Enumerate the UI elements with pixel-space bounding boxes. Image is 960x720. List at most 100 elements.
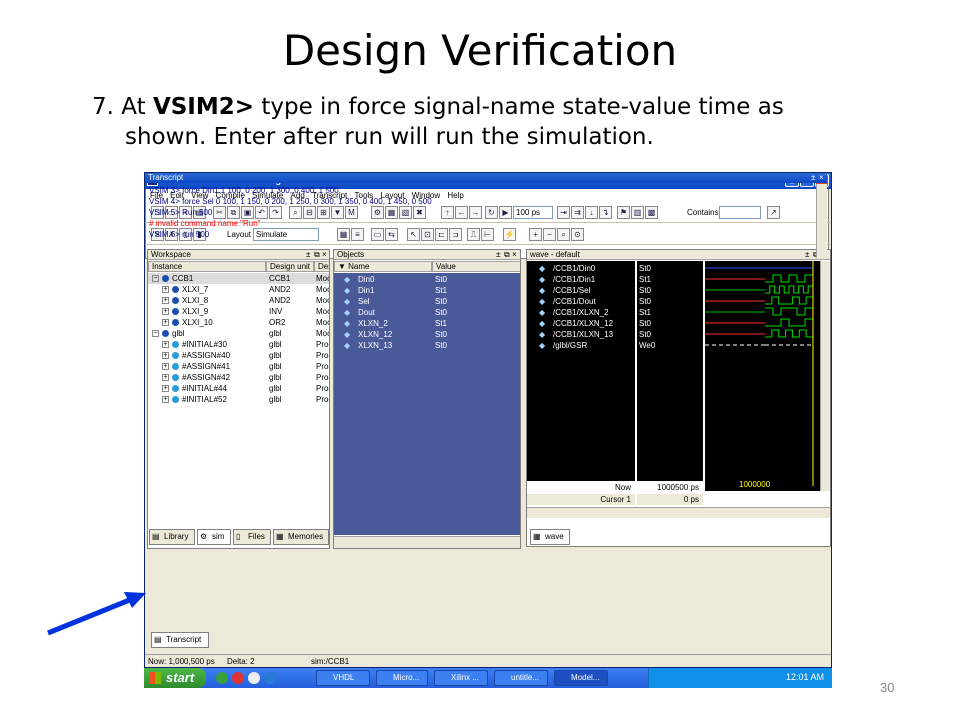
wave-vscrollbar[interactable] [820, 261, 830, 491]
pane-dock-icon[interactable]: ± [496, 250, 500, 260]
window-split-icon[interactable]: ⇆ [385, 228, 398, 241]
wave-signal-row[interactable]: ◆ /CCB1/Din1 [527, 274, 635, 285]
wave-signal-row[interactable]: ◆ /CCB1/Sel [527, 285, 635, 296]
signal-icon[interactable]: ⚡ [503, 228, 516, 241]
up-arrow-icon[interactable]: ↑ [441, 206, 454, 219]
tree-expand-icon[interactable]: − [152, 275, 159, 282]
run-all-icon[interactable]: ⇉ [571, 206, 584, 219]
pane-dock-icon[interactable]: ± [811, 173, 815, 183]
table-row[interactable]: + XLXI_10 OR2 Moc [148, 317, 329, 328]
table-row[interactable]: + XLXI_8 AND2 Moc [148, 295, 329, 306]
performance-icon[interactable]: ▥ [631, 206, 644, 219]
window-icon[interactable]: ▭ [371, 228, 384, 241]
left-arrow-icon[interactable]: ← [455, 206, 468, 219]
pane-close-icon[interactable]: × [322, 250, 327, 260]
tab-wave[interactable]: ▦ wave [530, 529, 570, 545]
tree-expand-icon[interactable]: + [162, 341, 169, 348]
pointer-icon[interactable]: ↖ [407, 228, 420, 241]
col-value[interactable]: Value [432, 261, 520, 272]
filter-icon[interactable]: ▼ [331, 206, 344, 219]
menu-help[interactable]: Help [447, 190, 463, 202]
col-instance[interactable]: Instance [148, 261, 266, 272]
wave-signal-row[interactable]: ◆ /CCB1/XLXN_13 [527, 329, 635, 340]
table-row[interactable]: + #INITIAL#30 glbl Proc [148, 339, 329, 350]
waveform-display[interactable]: 1000000 [705, 261, 820, 491]
wave-signal-row[interactable]: ◆ /CCB1/XLXN_2 [527, 307, 635, 318]
tab-memories[interactable]: ▦ Memories [273, 529, 329, 545]
layout-select[interactable]: Simulate [253, 228, 319, 241]
task-vhdl[interactable]: VHDL [316, 670, 370, 686]
tab-files[interactable]: ▯ Files [233, 529, 271, 545]
run-length-field[interactable]: 100 ps [513, 206, 553, 219]
table-row[interactable]: ◆ XLXN_2 St1 [334, 318, 520, 329]
table-row[interactable]: − CCB1 CCB1 Moc [148, 273, 329, 284]
collapse-icon[interactable]: ⊟ [303, 206, 316, 219]
zoom-cursor-icon[interactable]: ⊙ [571, 228, 584, 241]
table-row[interactable]: ◆ XLXN_13 St0 [334, 340, 520, 351]
tree-expand-icon[interactable]: + [162, 319, 169, 326]
memory-icon[interactable]: ▩ [645, 206, 658, 219]
pane-close-icon[interactable]: × [512, 250, 517, 260]
tab-transcript[interactable]: ▤ Transcript [151, 632, 209, 648]
table-row[interactable]: + #INITIAL#52 glbl Proc [148, 394, 329, 405]
table-row[interactable]: + XLXI_7 AND2 Moc [148, 284, 329, 295]
zoom-full-icon[interactable]: ⌕ [557, 228, 570, 241]
bookmark-icon[interactable]: ⚑ [617, 206, 630, 219]
tree-expand-icon[interactable]: + [162, 396, 169, 403]
tree-expand-icon[interactable]: + [162, 352, 169, 359]
run-icon[interactable]: ▶ [499, 206, 512, 219]
col-name[interactable]: ▼ Name [334, 261, 432, 272]
step-icon[interactable]: ↓ [585, 206, 598, 219]
col-design-unit[interactable]: Design unit [266, 261, 314, 272]
tab-library[interactable]: ▤ Library [149, 529, 195, 545]
table-row[interactable]: ◆ Din1 St1 [334, 285, 520, 296]
table-row[interactable]: + #ASSIGN#41 glbl Proc [148, 361, 329, 372]
zoom-in-icon[interactable]: + [529, 228, 542, 241]
tree-expand-icon[interactable]: + [162, 385, 169, 392]
compile-icon[interactable]: ⚙ [371, 206, 384, 219]
table-row[interactable]: + #ASSIGN#40 glbl Proc [148, 350, 329, 361]
transcript-scrollbar[interactable] [816, 184, 827, 258]
tree-expand-icon[interactable]: + [162, 308, 169, 315]
modelsim-icon[interactable]: M [345, 206, 358, 219]
pane-undock-icon[interactable]: ⧉ [314, 250, 320, 260]
expand-icon[interactable]: ⊞ [317, 206, 330, 219]
edge-icon[interactable]: ⊢ [481, 228, 494, 241]
task-xilinx[interactable]: Xilinx ... [434, 670, 488, 686]
align-icon[interactable]: ≡ [351, 228, 364, 241]
wave-signal-row[interactable]: ◆ /CCB1/Din0 [527, 263, 635, 274]
pane-dock-icon[interactable]: ± [306, 250, 310, 260]
table-row[interactable]: ◆ Sel St0 [334, 296, 520, 307]
run-continue-icon[interactable]: ⇥ [557, 206, 570, 219]
task-micro[interactable]: Micro... [376, 670, 428, 686]
tree-expand-icon[interactable]: + [162, 374, 169, 381]
tree-expand-icon[interactable]: + [162, 286, 169, 293]
step-over-icon[interactable]: ↴ [599, 206, 612, 219]
table-row[interactable]: ◆ Dout St0 [334, 307, 520, 318]
tree-expand-icon[interactable]: + [162, 297, 169, 304]
redo-icon[interactable]: ↷ [269, 206, 282, 219]
pane-dock-icon[interactable]: ± [805, 250, 809, 260]
quicklaunch-icon[interactable] [232, 672, 244, 684]
task-untitled[interactable]: untitle... [494, 670, 548, 686]
quicklaunch-icon[interactable] [264, 672, 276, 684]
task-modelsim[interactable]: Model... [554, 670, 608, 686]
pane-undock-icon[interactable]: ⧉ [504, 250, 510, 260]
compile-all-icon[interactable]: ▦ [385, 206, 398, 219]
wave-icon[interactable]: ⎍ [467, 228, 480, 241]
table-row[interactable]: ◆ Din0 St0 [334, 274, 520, 285]
right-arrow-icon[interactable]: → [469, 206, 482, 219]
pane-close-icon[interactable]: × [819, 173, 824, 183]
objects-hscrollbar[interactable] [334, 536, 520, 548]
table-row[interactable]: + #INITIAL#44 glbl Proc [148, 383, 329, 394]
quicklaunch-icon[interactable] [216, 672, 228, 684]
table-row[interactable]: + #ASSIGN#42 glbl Proc [148, 372, 329, 383]
wave-signal-row[interactable]: ◆ /CCB1/XLXN_12 [527, 318, 635, 329]
find-icon[interactable]: ⌕ [289, 206, 302, 219]
tree-expand-icon[interactable]: + [162, 363, 169, 370]
wave-signal-row[interactable]: ◆ /CCB1/Dout [527, 296, 635, 307]
quicklaunch-icon[interactable] [248, 672, 260, 684]
tree-expand-icon[interactable]: − [152, 330, 159, 337]
start-button[interactable]: start [144, 668, 206, 688]
insert-cursor-icon[interactable]: ⊏ [435, 228, 448, 241]
